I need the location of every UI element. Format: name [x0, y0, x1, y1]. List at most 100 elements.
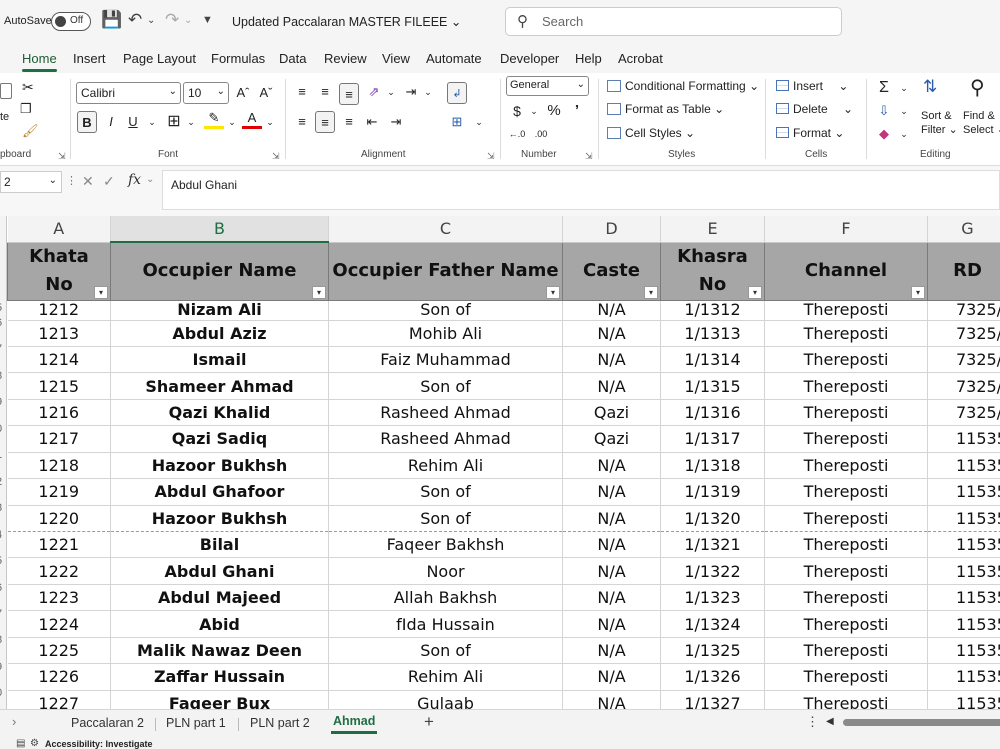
cell[interactable]: 1/1324: [660, 610, 765, 638]
sheet-tab-ahmad[interactable]: Ahmad: [330, 714, 378, 734]
sheet-tab-paccalaran-2[interactable]: Paccalaran 2: [71, 716, 144, 730]
cell[interactable]: Faqeer Bux: [110, 690, 329, 709]
cell[interactable]: 11535/: [927, 478, 1000, 506]
row-number[interactable]: 7: [0, 343, 2, 355]
cell[interactable]: Bilal: [110, 531, 329, 559]
cell[interactable]: N/A: [562, 300, 661, 321]
row-number[interactable]: 0: [0, 423, 2, 435]
currency-dropdown-icon[interactable]: ⌄: [524, 100, 544, 122]
cell[interactable]: 1218: [7, 452, 111, 480]
header-cell[interactable]: Khasra No ▾: [660, 241, 765, 301]
cell[interactable]: Noor: [328, 557, 563, 585]
cell[interactable]: Abdul Aziz: [110, 320, 329, 347]
cell[interactable]: 11535/: [927, 610, 1000, 638]
tab-insert[interactable]: Insert: [73, 51, 106, 66]
more-options-icon[interactable]: ⋮: [806, 714, 819, 730]
align-right-icon[interactable]: ≡: [339, 111, 359, 133]
cell[interactable]: 1/1326: [660, 663, 765, 691]
cell[interactable]: N/A: [562, 690, 661, 709]
cell[interactable]: 1/1327: [660, 690, 765, 709]
cell[interactable]: N/A: [562, 531, 661, 559]
cell[interactable]: Son of: [328, 478, 563, 506]
alignment-launcher-icon[interactable]: ⇲: [487, 151, 495, 162]
filter-dropdown-icon[interactable]: ▾: [546, 285, 560, 299]
comma-icon[interactable]: ’: [567, 100, 587, 122]
cell[interactable]: Son of: [328, 300, 563, 321]
column-header-e[interactable]: E: [660, 216, 765, 243]
cell[interactable]: Malik Nawaz Deen: [110, 637, 329, 665]
cell[interactable]: 11535/: [927, 505, 1000, 533]
decrease-indent-icon[interactable]: ⇤: [362, 111, 382, 133]
redo-icon[interactable]: ↷: [165, 10, 179, 30]
header-cell[interactable]: Caste ▾: [562, 241, 661, 301]
format-as-table-button[interactable]: Format as Table ⌄: [607, 102, 724, 116]
sheet-tab-pln-part-2[interactable]: PLN part 2: [250, 716, 310, 730]
cut-icon[interactable]: ✂: [22, 79, 34, 96]
cell[interactable]: Thereposti: [764, 320, 928, 347]
fill-color-icon[interactable]: ✎: [204, 109, 224, 129]
row-number[interactable]: 8: [0, 370, 2, 382]
autosave-toggle[interactable]: Off: [51, 12, 91, 31]
cell[interactable]: 1219: [7, 478, 111, 506]
cell[interactable]: Thereposti: [764, 425, 928, 453]
row-number[interactable]: 9: [0, 396, 2, 408]
sort-filter-icon[interactable]: ⇅: [923, 77, 937, 97]
cell[interactable]: 1226: [7, 663, 111, 691]
cell[interactable]: 1223: [7, 584, 111, 612]
insert-function-icon[interactable]: fx: [128, 172, 141, 188]
cell[interactable]: Thereposti: [764, 584, 928, 612]
cell[interactable]: Thereposti: [764, 346, 928, 374]
cell[interactable]: Son of: [328, 637, 563, 665]
cell[interactable]: 1/1323: [660, 584, 765, 612]
cancel-icon[interactable]: ✕: [82, 173, 94, 190]
cell[interactable]: 11535/: [927, 557, 1000, 585]
cell[interactable]: 1/1322: [660, 557, 765, 585]
format-painter-icon[interactable]: 🖌: [22, 123, 39, 139]
cell[interactable]: Abdul Majeed: [110, 584, 329, 612]
cell[interactable]: Thereposti: [764, 663, 928, 691]
sheet-nav-right-icon[interactable]: ›: [12, 714, 16, 729]
cell[interactable]: Abdul Ghani: [110, 557, 329, 585]
cell[interactable]: 11535/: [927, 425, 1000, 453]
cell[interactable]: Thereposti: [764, 372, 928, 400]
tab-formulas[interactable]: Formulas: [211, 51, 265, 66]
cell[interactable]: Qazi Sadiq: [110, 425, 329, 453]
cell[interactable]: Hazoor Bukhsh: [110, 505, 329, 533]
name-box[interactable]: 2 ⌄: [0, 171, 62, 193]
paste-label[interactable]: te: [0, 111, 9, 123]
align-middle-icon[interactable]: ≡: [315, 81, 335, 103]
tab-view[interactable]: View: [382, 51, 410, 66]
cell[interactable]: Thereposti: [764, 557, 928, 585]
merge-center-icon[interactable]: ⊞: [447, 111, 467, 133]
cell[interactable]: 1213: [7, 320, 111, 347]
font-color-dropdown-icon[interactable]: ⌄: [260, 111, 280, 133]
cell[interactable]: Thereposti: [764, 610, 928, 638]
font-color-icon[interactable]: A: [242, 109, 262, 129]
sheet-tab-pln-part-1[interactable]: PLN part 1: [166, 716, 226, 730]
cell[interactable]: Thereposti: [764, 690, 928, 709]
cell[interactable]: 1222: [7, 557, 111, 585]
fill-dropdown-icon[interactable]: ⌄: [894, 100, 914, 122]
cell[interactable]: 1/1320: [660, 505, 765, 533]
cell[interactable]: 11535/: [927, 452, 1000, 480]
worksheet-grid[interactable]: 5678901234567890 ABCDEFG Khata No▾Occupi…: [0, 216, 1000, 709]
align-left-icon[interactable]: ≡: [292, 111, 312, 133]
clear-icon[interactable]: ◆: [874, 123, 894, 145]
paste-icon[interactable]: [0, 83, 12, 99]
add-sheet-icon[interactable]: +: [424, 712, 434, 732]
horizontal-scrollbar[interactable]: [843, 719, 1000, 726]
decrease-decimal-icon[interactable]: .00: [531, 123, 551, 145]
cell[interactable]: 1220: [7, 505, 111, 533]
cell[interactable]: 7325/I: [927, 300, 1000, 321]
row-number[interactable]: 5: [0, 555, 2, 567]
column-header-f[interactable]: F: [764, 216, 928, 243]
cell[interactable]: Thereposti: [764, 478, 928, 506]
underline-dropdown-icon[interactable]: ⌄: [142, 111, 162, 133]
autosum-dropdown-icon[interactable]: ⌄: [894, 77, 914, 99]
cell[interactable]: Thereposti: [764, 531, 928, 559]
font-size-select[interactable]: 10 ⌄: [183, 82, 229, 104]
cell[interactable]: 11535/: [927, 531, 1000, 559]
cell[interactable]: 7325/I: [927, 346, 1000, 374]
cell[interactable]: N/A: [562, 557, 661, 585]
tab-help[interactable]: Help: [575, 51, 602, 66]
